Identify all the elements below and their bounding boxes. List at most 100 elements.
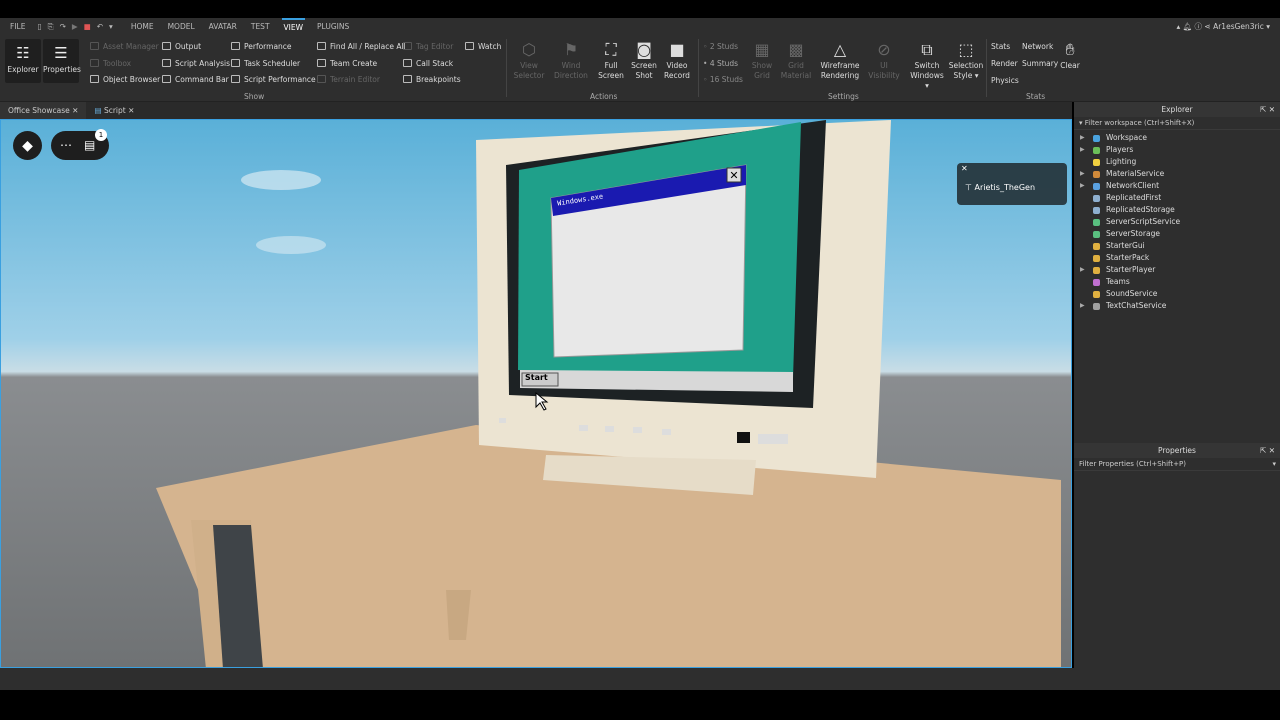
svg-text:✕: ✕ <box>729 169 738 182</box>
more-icon[interactable]: ⋯ <box>60 138 72 152</box>
script-performance-button[interactable]: Script Performance <box>231 75 316 84</box>
clear-button[interactable]: ✋︎ Clear <box>1058 39 1082 71</box>
tab-office-showcase[interactable]: Office Showcase ✕ <box>0 102 87 119</box>
script-analysis-button[interactable]: Script Analysis <box>162 59 230 68</box>
command-bar-button[interactable]: Command Bar <box>162 75 229 84</box>
physics-button[interactable]: Physics <box>991 76 1019 85</box>
explorer-item[interactable]: ▶ MaterialService <box>1074 168 1280 180</box>
explorer-item[interactable]: Lighting <box>1074 156 1280 168</box>
notification-badge: 1 <box>95 129 107 141</box>
explorer-item[interactable]: ▶ NetworkClient <box>1074 180 1280 192</box>
explorer-item[interactable]: StarterPack <box>1074 252 1280 264</box>
properties-button[interactable]: ☰ Properties <box>43 39 81 83</box>
close-icon[interactable]: ✕ <box>961 164 968 173</box>
checker-icon: ▩ <box>788 40 804 59</box>
4-studs-option[interactable]: • 4 Studs <box>703 59 738 68</box>
user-area[interactable]: ▴ 🔔︎ ⓘ ⋖ Ar1esGen3ric ▾ <box>1176 21 1270 32</box>
chat-icon[interactable]: ▤ <box>84 138 95 152</box>
expand-arrow-icon[interactable]: ▶ <box>1080 264 1085 276</box>
close-icon[interactable]: ⇱ ✕ <box>1260 443 1275 458</box>
notification-icon[interactable]: ▴ 🔔︎ ⓘ ⋖ <box>1176 22 1213 31</box>
tag-editor-button[interactable]: Tag Editor <box>403 42 453 51</box>
explorer-item[interactable]: SoundService <box>1074 288 1280 300</box>
tab-model[interactable]: MODEL <box>166 19 197 34</box>
find-replace-button[interactable]: Find All / Replace All <box>317 42 406 51</box>
properties-filter-input[interactable]: Filter Properties (Ctrl+Shift+P) ▾ <box>1074 458 1280 471</box>
show-grid-button[interactable]: ▦ Show Grid <box>748 39 776 81</box>
tab-view[interactable]: VIEW <box>281 18 306 35</box>
player-entry[interactable]: ⊤ Arietis_TheGen <box>965 183 1035 192</box>
wireframe-rendering-button[interactable]: △ Wireframe Rendering <box>818 39 862 81</box>
explorer-item[interactable]: ▶ Players <box>1074 144 1280 156</box>
full-screen-button[interactable]: ⛶ Full Screen <box>596 39 626 81</box>
explorer-filter-input[interactable]: ▾ Filter workspace (Ctrl+Shift+X) <box>1074 117 1280 130</box>
explorer-item[interactable]: ReplicatedFirst <box>1074 192 1280 204</box>
flag-icon: ⚑ <box>563 40 579 59</box>
summary-button[interactable]: Summary <box>1022 59 1058 68</box>
switch-windows-button[interactable]: ⧉ Switch Windows ▾ <box>908 39 946 91</box>
expand-arrow-icon[interactable]: ▶ <box>1080 132 1085 144</box>
more-chat-button[interactable]: ⋯ ▤ 1 <box>51 129 109 160</box>
tab-home[interactable]: HOME <box>129 19 156 34</box>
video-record-button[interactable]: ■ Video Record <box>662 39 692 81</box>
explorer-item[interactable]: ▶ Workspace <box>1074 132 1280 144</box>
explorer-item[interactable]: ▶ StarterPlayer <box>1074 264 1280 276</box>
screenshot-button[interactable]: ◙ Screen Shot <box>630 39 658 81</box>
explorer-button[interactable]: ☷ Explorer <box>5 39 41 83</box>
tab-script[interactable]: ▤ Script ✕ <box>86 102 142 119</box>
object-browser-button[interactable]: Object Browser <box>90 75 160 84</box>
file-menu[interactable]: FILE <box>8 19 27 34</box>
explorer-icon: ☷ <box>16 44 30 62</box>
explorer-item[interactable]: ServerStorage <box>1074 228 1280 240</box>
expand-arrow-icon[interactable]: ▶ <box>1080 144 1085 156</box>
breakpoints-button[interactable]: Breakpoints <box>403 75 461 84</box>
explorer-item[interactable]: ▶ TextChatService <box>1074 300 1280 312</box>
service-icon <box>1093 291 1100 298</box>
ui-visibility-button[interactable]: ⊘ UI Visibility <box>864 39 904 81</box>
show-group-label: Show <box>244 92 265 101</box>
selection-style-button[interactable]: ⬚ Selection Style ▾ <box>948 39 984 81</box>
explorer-item[interactable]: ServerScriptService <box>1074 216 1280 228</box>
output-button[interactable]: Output <box>162 42 201 51</box>
expand-arrow-icon[interactable]: ▶ <box>1080 300 1085 312</box>
grid-material-button[interactable]: ▩ Grid Material <box>780 39 812 81</box>
toolbox-button[interactable]: Toolbox <box>90 59 131 68</box>
properties-icon: ☰ <box>54 44 68 62</box>
stats-group-label: Stats <box>1026 92 1046 101</box>
view-selector-button[interactable]: ⬡ View Selector <box>512 39 546 81</box>
tab-plugins[interactable]: PLUGINS <box>315 19 351 34</box>
performance-button[interactable]: Performance <box>231 42 292 51</box>
switch-windows-icon: ⧉ <box>921 40 933 59</box>
explorer-item[interactable]: Teams <box>1074 276 1280 288</box>
expand-arrow-icon[interactable]: ▶ <box>1080 168 1085 180</box>
team-create-button[interactable]: Team Create <box>317 59 377 68</box>
tab-avatar[interactable]: AVATAR <box>207 19 239 34</box>
task-scheduler-button[interactable]: Task Scheduler <box>231 59 300 68</box>
render-button[interactable]: Render <box>991 59 1018 68</box>
service-icon <box>1093 267 1100 274</box>
quick-access-icons[interactable]: ▯⎘↷▶■↶▾ <box>37 22 118 32</box>
close-icon[interactable]: ⇱ ✕ <box>1260 102 1275 117</box>
expand-arrow-icon[interactable]: ▶ <box>1080 180 1085 192</box>
network-button[interactable]: Network <box>1022 42 1053 51</box>
service-icon <box>1093 135 1100 142</box>
watch-button[interactable]: Watch <box>465 42 501 51</box>
wind-direction-button[interactable]: ⚑ Wind Direction <box>552 39 590 81</box>
stats-button[interactable]: Stats <box>991 42 1010 51</box>
roblox-menu-button[interactable]: ◆ <box>13 131 42 160</box>
terrain-editor-button[interactable]: Terrain Editor <box>317 75 380 84</box>
3d-viewport[interactable]: ✕ Windows.exe Start ◆ ⋯ ▤ 1 ✕ ⊤ Arietis_T… <box>0 119 1072 668</box>
asset-manager-button[interactable]: Asset Manager <box>90 42 159 51</box>
16-studs-option[interactable]: ◦ 16 Studs <box>703 75 743 84</box>
explorer-item[interactable]: ReplicatedStorage <box>1074 204 1280 216</box>
service-icon <box>1093 171 1100 178</box>
close-icon[interactable]: ✕ <box>72 106 78 115</box>
properties-label: Properties <box>43 65 81 74</box>
2-studs-option[interactable]: ◦ 2 Studs <box>703 42 738 51</box>
tab-test[interactable]: TEST <box>249 19 272 34</box>
call-stack-button[interactable]: Call Stack <box>403 59 453 68</box>
properties-header: Properties ⇱ ✕ <box>1074 443 1280 458</box>
close-icon[interactable]: ✕ <box>128 106 134 115</box>
username[interactable]: Ar1esGen3ric <box>1213 22 1264 31</box>
explorer-item[interactable]: StarterGui <box>1074 240 1280 252</box>
